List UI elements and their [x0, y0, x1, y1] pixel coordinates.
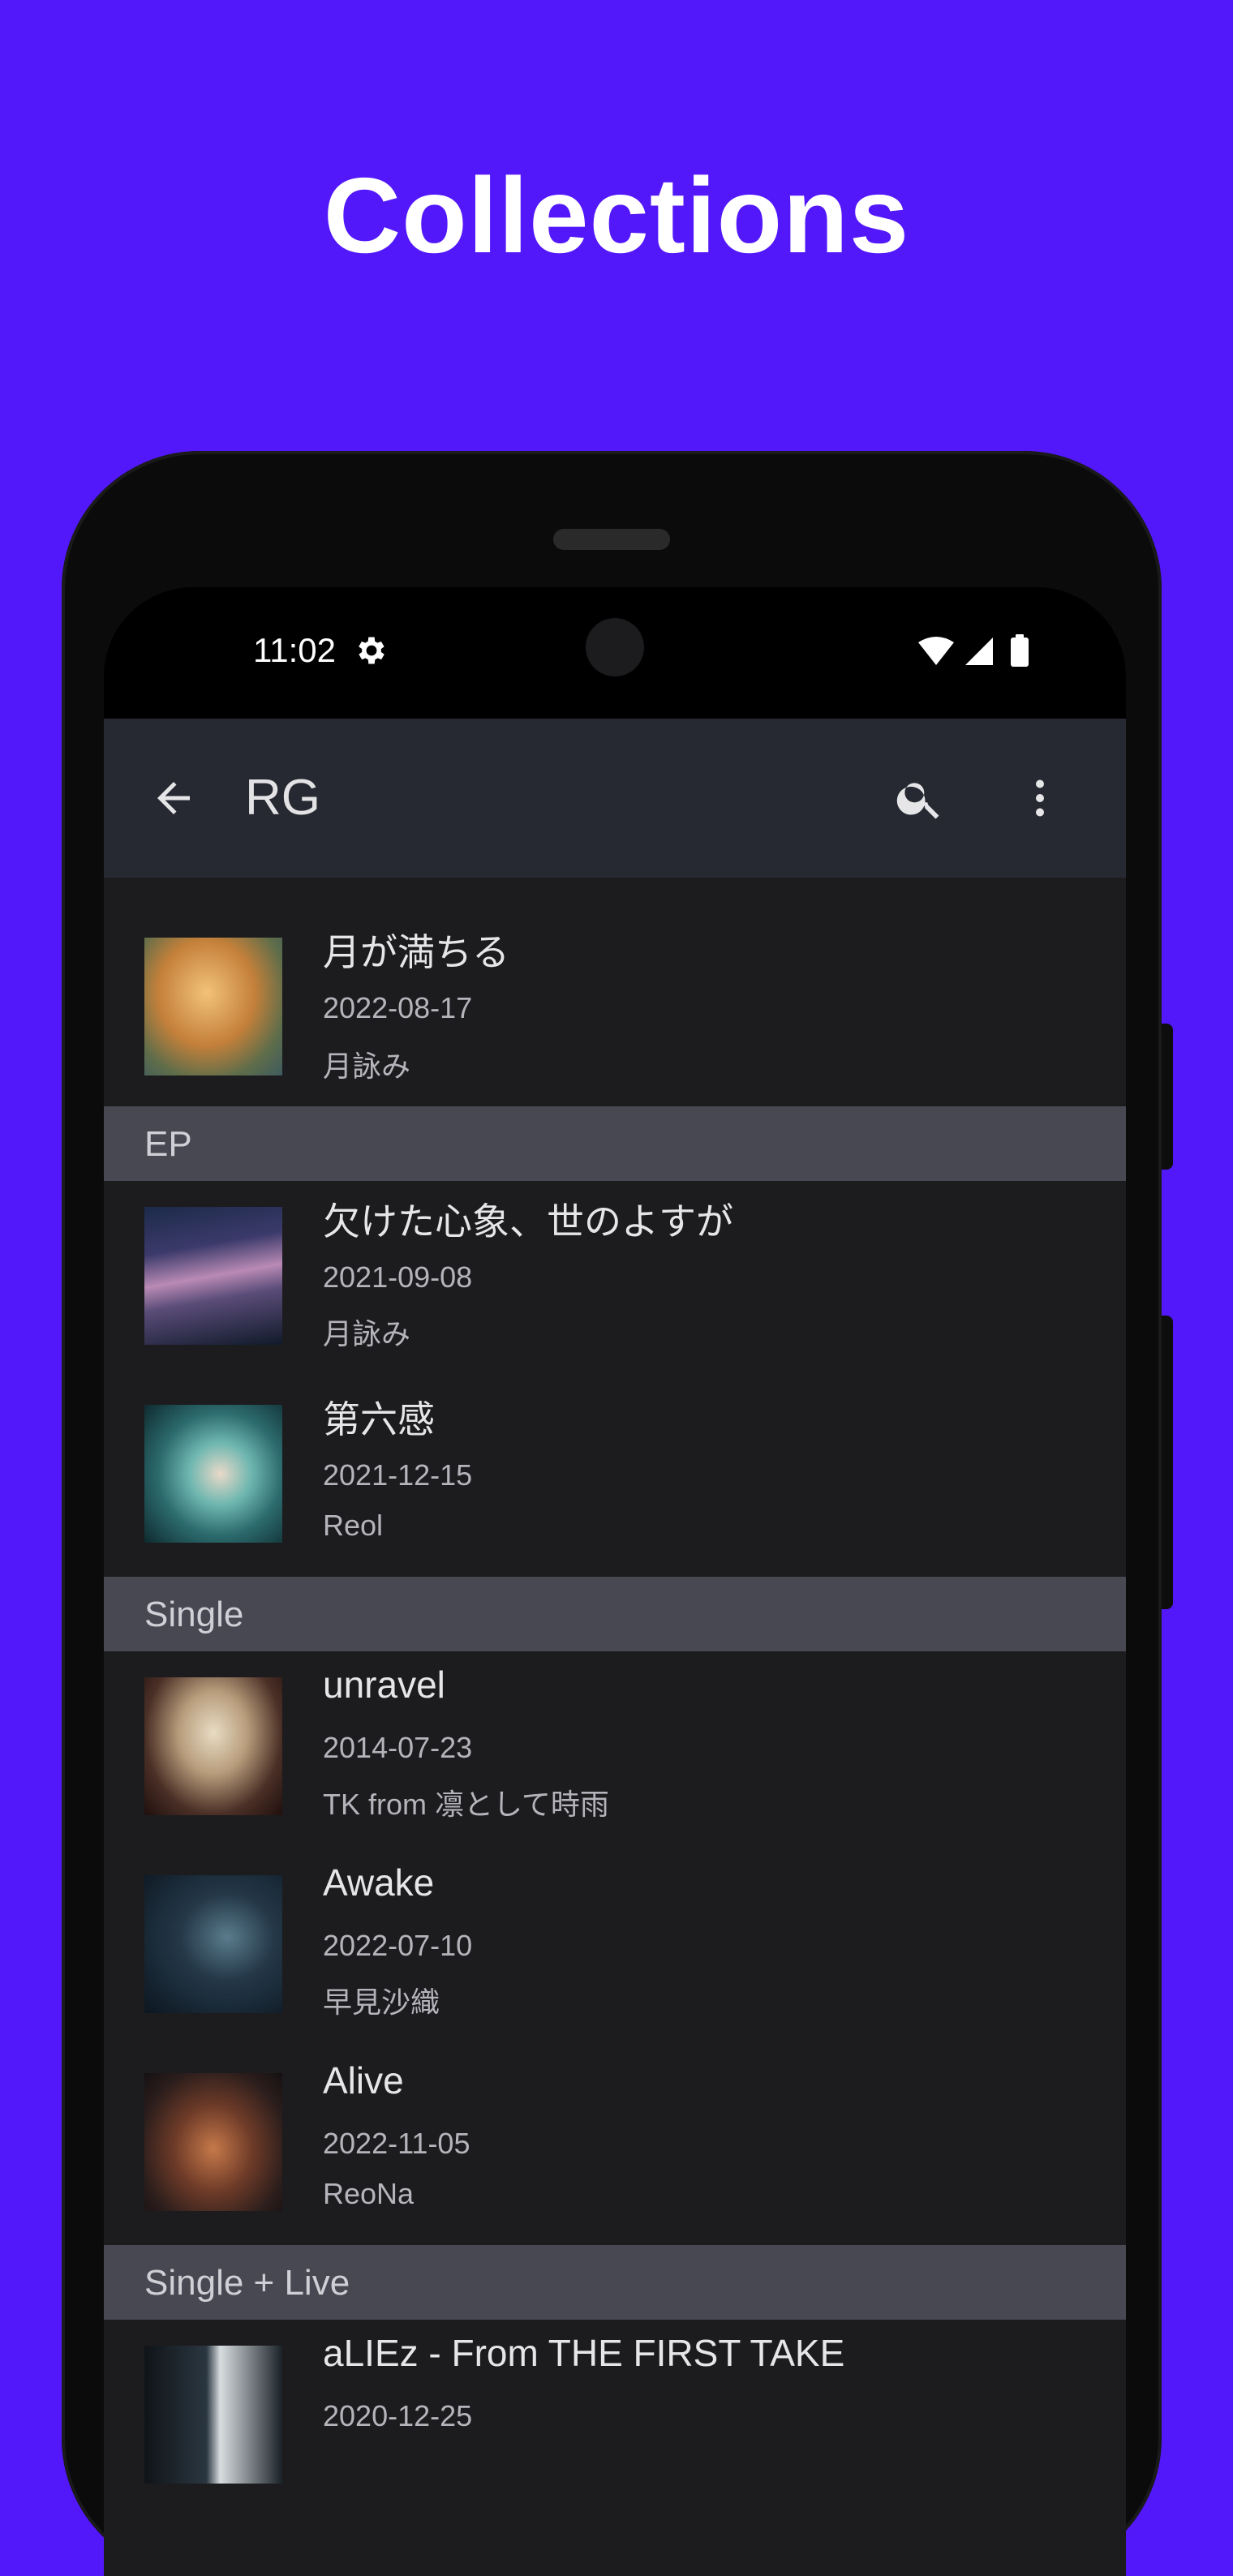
album-cover [144, 2346, 282, 2484]
item-title: 欠けた心象、世のよすが [323, 1200, 733, 1243]
section-label: Single + Live [144, 2263, 350, 2303]
phone-screen: 11:02 RG 月が満ちる 2022-08-17 月詠み EP 欠けた心象、世… [104, 587, 1126, 2576]
battery-icon [1011, 638, 1029, 667]
item-date: 2014-07-23 [323, 1731, 473, 1764]
power-button [1162, 1024, 1173, 1170]
section-label: Single [144, 1595, 244, 1634]
item-artist: 早見沙織 [323, 1986, 440, 2019]
album-cover [144, 1207, 282, 1345]
volume-button [1162, 1316, 1173, 1609]
front-camera [586, 618, 644, 676]
collection-list: 月が満ちる 2022-08-17 月詠み EP 欠けた心象、世のよすが 2021… [104, 878, 1126, 2518]
app-content: RG 月が満ちる 2022-08-17 月詠み EP 欠けた心象、世のよすが 2… [104, 719, 1126, 2576]
overflow-menu-button[interactable] [1007, 766, 1072, 831]
item-artist: 月詠み [323, 1317, 411, 1350]
item-date: 2022-07-10 [323, 1929, 473, 1962]
item-date: 2021-09-08 [323, 1260, 473, 1294]
item-date: 2021-12-15 [323, 1458, 473, 1492]
back-button[interactable] [141, 766, 206, 831]
section-header-single-live: Single + Live [104, 2245, 1126, 2320]
item-artist: Reol [323, 1509, 384, 1542]
search-button[interactable] [887, 766, 952, 831]
album-cover [144, 1405, 282, 1543]
album-cover [144, 1875, 282, 2013]
list-item[interactable]: Alive 2022-11-05 ReoNa [104, 2047, 1126, 2245]
list-item[interactable]: unravel 2014-07-23 TK from 凛として時雨 [104, 1651, 1126, 1849]
wifi-icon [918, 637, 954, 665]
list-item[interactable]: aLIEz - From THE FIRST TAKE 2020-12-25 [104, 2320, 1126, 2518]
phone-frame: 11:02 RG 月が満ちる 2022-08-17 月詠み EP 欠けた心象、世… [62, 451, 1162, 2576]
arrow-back-icon [157, 782, 190, 814]
settings-gear-icon [359, 637, 385, 664]
item-date: 2022-08-17 [323, 991, 473, 1024]
album-cover [144, 938, 282, 1075]
list-item[interactable]: 第六感 2021-12-15 Reol [104, 1379, 1126, 1577]
list-item[interactable]: Awake 2022-07-10 早見沙織 [104, 1849, 1126, 2047]
item-title: unravel [323, 1664, 445, 1706]
album-cover [144, 1677, 282, 1815]
status-time: 11:02 [253, 631, 336, 669]
section-label: EP [144, 1124, 192, 1164]
earpiece-speaker [553, 529, 670, 550]
item-title: 月が満ちる [323, 931, 509, 973]
item-title: Awake [323, 1861, 435, 1904]
item-title: 第六感 [323, 1398, 435, 1440]
cellular-signal-icon [965, 638, 993, 665]
page-headline: Collections [323, 156, 910, 275]
item-artist: 月詠み [323, 1050, 411, 1083]
item-date: 2020-12-25 [323, 2399, 473, 2432]
section-header-single: Single [104, 1577, 1126, 1651]
status-bar: 11:02 [104, 587, 1126, 719]
list-item[interactable]: 欠けた心象、世のよすが 2021-09-08 月詠み [104, 1181, 1126, 1379]
toolbar-title: RG [245, 770, 320, 826]
item-date: 2022-11-05 [323, 2127, 470, 2160]
section-header-ep: EP [104, 1106, 1126, 1181]
item-artist: ReoNa [323, 2177, 415, 2210]
app-toolbar: RG [104, 719, 1126, 878]
more-vert-icon [1036, 779, 1044, 817]
item-title: aLIEz - From THE FIRST TAKE [323, 2332, 845, 2374]
status-icons [918, 634, 1029, 667]
search-icon [896, 783, 939, 819]
item-title: Alive [323, 2059, 404, 2102]
item-artist: TK from 凛として時雨 [323, 1788, 609, 1821]
list-item[interactable]: 月が満ちる 2022-08-17 月詠み [104, 878, 1126, 1106]
album-cover [144, 2073, 282, 2211]
